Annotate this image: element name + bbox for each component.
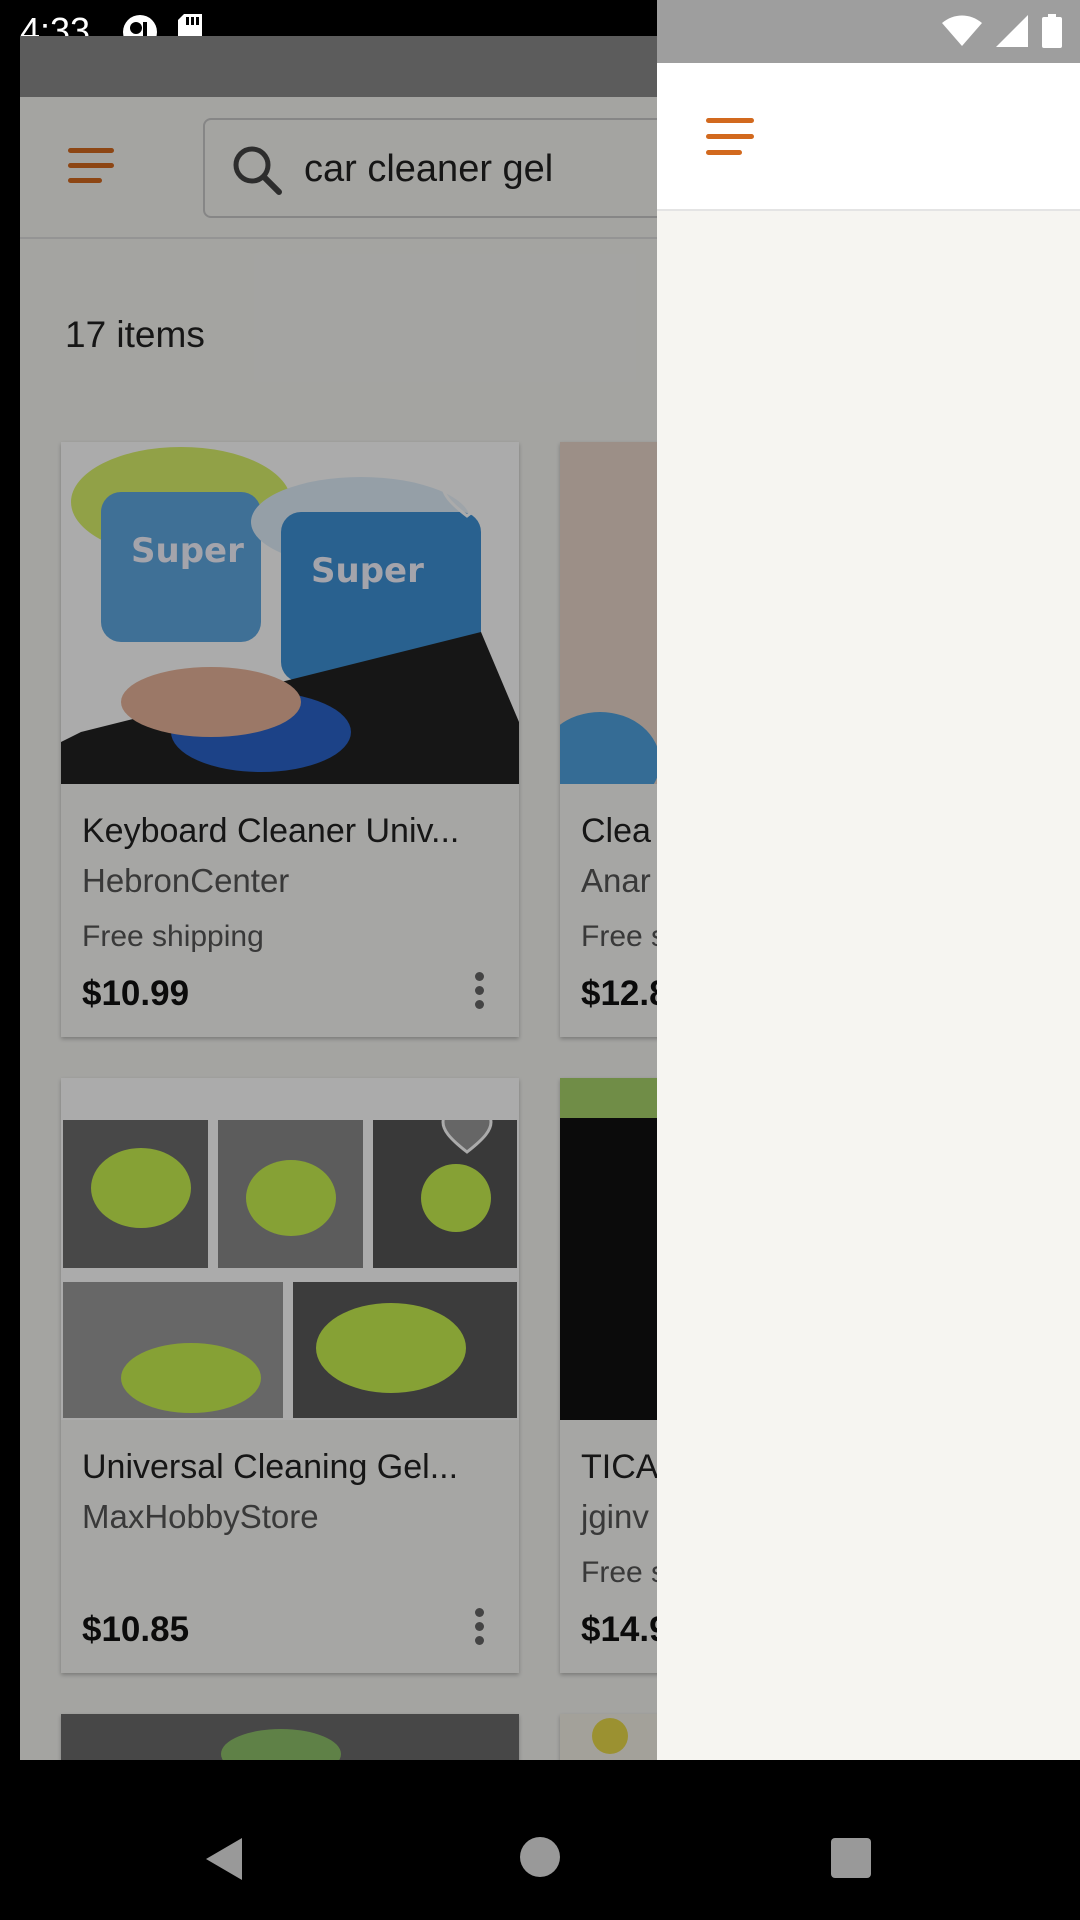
result-count: 17 items bbox=[65, 314, 205, 355]
menu-icon[interactable] bbox=[68, 148, 114, 188]
search-icon bbox=[233, 146, 282, 195]
battery-icon bbox=[1042, 14, 1062, 48]
svg-text:Super: Super bbox=[311, 551, 424, 591]
navigation-drawer bbox=[657, 63, 1080, 1793]
favorite-heart-icon[interactable] bbox=[441, 472, 493, 520]
status-icons-right bbox=[942, 14, 1062, 48]
listing-title: Clea bbox=[581, 812, 651, 850]
back-icon[interactable] bbox=[206, 1838, 242, 1880]
listing-image bbox=[560, 442, 657, 784]
listing-shipping: Free s bbox=[581, 1556, 657, 1589]
listing-shipping: Free s bbox=[581, 920, 657, 953]
drawer-header bbox=[657, 63, 1080, 211]
listing-title: Keyboard Cleaner Univ... bbox=[82, 812, 460, 850]
listing-image bbox=[560, 1714, 657, 1760]
drawer-menu-icon[interactable] bbox=[706, 118, 754, 158]
listing-price: $14.9 bbox=[581, 1610, 657, 1649]
listing-shop: jginv bbox=[581, 1498, 649, 1535]
listing-image bbox=[61, 1714, 519, 1760]
listing-price: $12.8 bbox=[581, 974, 657, 1013]
status-bar-drawer-area bbox=[657, 0, 1080, 63]
product-label-art: Super bbox=[131, 531, 244, 571]
listing-card[interactable]: TICA jginv Free s $14.9 bbox=[560, 1078, 657, 1673]
more-vert-icon[interactable] bbox=[475, 972, 485, 1010]
listing-price: $10.85 bbox=[82, 1610, 190, 1649]
listing-shipping: Free shipping bbox=[82, 920, 264, 953]
more-vert-icon[interactable] bbox=[475, 1608, 485, 1646]
listing-shop: MaxHobbyStore bbox=[82, 1498, 319, 1535]
listing-title: TICA bbox=[581, 1448, 657, 1486]
app-top-strip bbox=[20, 36, 657, 97]
listing-image bbox=[560, 1078, 657, 1420]
signal-icon bbox=[996, 15, 1028, 47]
wifi-icon bbox=[942, 15, 982, 46]
listing-card[interactable] bbox=[61, 1714, 519, 1760]
listing-shop: HebronCenter bbox=[82, 862, 290, 899]
search-results-screen: car cleaner gel 17 items Super Super Key… bbox=[20, 36, 657, 1760]
listing-shop: Anar bbox=[581, 862, 651, 899]
listing-card[interactable]: Super Super Keyboard Cleaner Univ... Heb… bbox=[61, 442, 519, 1037]
favorite-heart-icon[interactable] bbox=[441, 1108, 493, 1156]
recents-icon[interactable] bbox=[831, 1838, 871, 1878]
listing-card[interactable]: Clea Anar Free s $12.8 bbox=[560, 442, 657, 1037]
listing-title: Universal Cleaning Gel... bbox=[82, 1448, 459, 1486]
search-query: car cleaner gel bbox=[304, 148, 554, 190]
listing-card[interactable] bbox=[560, 1714, 657, 1760]
home-icon[interactable] bbox=[520, 1837, 560, 1877]
listing-price: $10.99 bbox=[82, 974, 190, 1013]
search-input[interactable]: car cleaner gel bbox=[203, 118, 657, 218]
listing-card[interactable]: Universal Cleaning Gel... MaxHobbyStore … bbox=[61, 1078, 519, 1673]
